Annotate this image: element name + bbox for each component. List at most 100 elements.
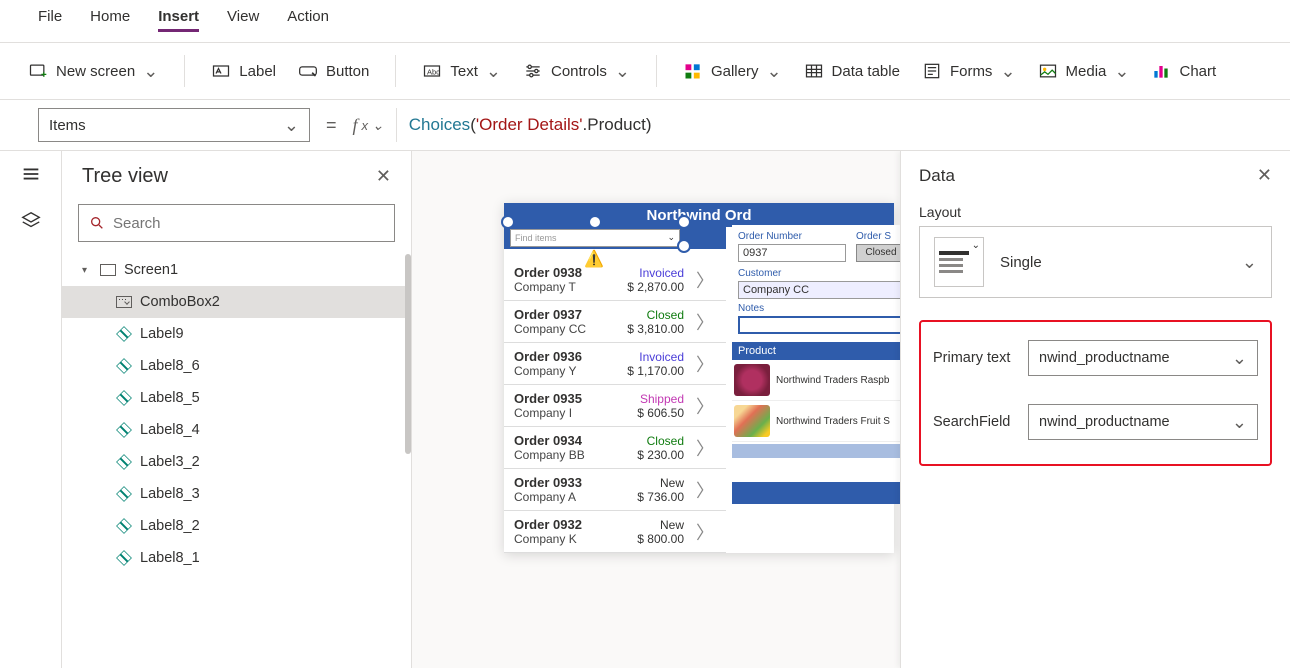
combobox-selected[interactable]: Find items	[510, 229, 680, 247]
order-id: Order 0932	[514, 517, 622, 532]
forms-button[interactable]: Forms ⌄	[922, 61, 1016, 82]
chart-button[interactable]: Chart	[1151, 61, 1216, 81]
order-amount: $ 800.00	[622, 532, 684, 546]
tree-node-label3_2[interactable]: Label3_2	[62, 446, 411, 478]
order-row[interactable]: Order 0934Company BBClosed$ 230.00〉	[504, 427, 726, 469]
product-item[interactable]: Northwind Traders Raspb	[732, 360, 912, 401]
tree-node-screen[interactable]: ▾ Screen1	[62, 254, 411, 286]
product-thumb	[734, 364, 770, 396]
product-item[interactable]: Northwind Traders Fruit S	[732, 401, 912, 442]
media-button[interactable]: Media ⌄	[1038, 61, 1130, 82]
gallery-icon	[683, 61, 703, 81]
order-number-value[interactable]: 0937	[738, 244, 846, 262]
caret-icon: ▾	[82, 265, 92, 276]
order-amount: $ 3,810.00	[622, 322, 684, 336]
new-screen-label: New screen	[56, 63, 135, 80]
controls-button[interactable]: Controls ⌄	[523, 61, 630, 82]
tree-nodes[interactable]: ▾ Screen1 ComboBox2Label9Label8_6Label8_…	[62, 254, 411, 668]
tree-node-label8_1[interactable]: Label8_1	[62, 542, 411, 574]
order-company: Company I	[514, 406, 622, 420]
orders-gallery[interactable]: Order 0938Company TInvoiced$ 2,870.00〉⚠️…	[504, 227, 726, 553]
order-row[interactable]: Order 0932Company KNew$ 800.00〉	[504, 511, 726, 553]
search-icon	[89, 215, 105, 231]
menu-file[interactable]: File	[38, 8, 62, 32]
tree-node-label8_5[interactable]: Label8_5	[62, 382, 411, 414]
primary-text-select[interactable]: nwind_productname ⌄	[1028, 340, 1258, 376]
button-button[interactable]: Button	[298, 61, 369, 81]
customer-value[interactable]: Company CC	[738, 281, 906, 299]
order-status-value[interactable]: Closed	[856, 244, 906, 262]
menu-action[interactable]: Action	[287, 8, 329, 32]
tree-node-label8_4[interactable]: Label8_4	[62, 414, 411, 446]
menu-view[interactable]: View	[227, 8, 259, 32]
product-name: Northwind Traders Raspb	[776, 375, 889, 386]
chevron-right-icon: 〉	[692, 267, 718, 293]
tree-node-combobox2[interactable]: ComboBox2	[62, 286, 411, 318]
new-screen-button[interactable]: New screen ⌄	[28, 61, 158, 82]
tree-node-label8_3[interactable]: Label8_3	[62, 478, 411, 510]
tree-search-input[interactable]	[113, 215, 384, 232]
primary-text-label: Primary text	[933, 350, 1010, 366]
app-title: Northwind Ord	[504, 203, 894, 227]
hamburger-icon[interactable]	[20, 163, 42, 190]
formula-input[interactable]: Choices( 'Order Details'.Product )	[396, 108, 1282, 142]
order-amount: $ 230.00	[622, 448, 684, 462]
tree-node-label8_6[interactable]: Label8_6	[62, 350, 411, 382]
tree-node-label8_2[interactable]: Label8_2	[62, 510, 411, 542]
canvas[interactable]: Northwind Ord Find items Order 0938Compa…	[412, 151, 1290, 668]
label-icon	[211, 61, 231, 81]
order-row[interactable]: Order 0936Company YInvoiced$ 1,170.00〉	[504, 343, 726, 385]
label-control-icon	[116, 454, 132, 470]
tree-node-label: Label9	[140, 326, 184, 342]
notes-value[interactable]	[738, 316, 906, 334]
gallery-button[interactable]: Gallery ⌄	[683, 61, 782, 82]
gallery-spacer	[732, 444, 912, 458]
fx-button[interactable]: fx ⌄	[353, 115, 384, 136]
chevron-right-icon: 〉	[692, 477, 718, 503]
layout-preview-icon	[934, 237, 984, 287]
combobox-icon	[116, 296, 132, 308]
chevron-right-icon: 〉	[692, 393, 718, 419]
layout-label: Layout	[919, 204, 1272, 220]
close-icon[interactable]: ✕	[376, 166, 391, 187]
order-status: Invoiced	[622, 266, 684, 280]
text-label: Text	[450, 63, 478, 80]
order-row[interactable]: Order 0938Company TInvoiced$ 2,870.00〉⚠️	[504, 249, 726, 301]
close-icon[interactable]: ✕	[1257, 165, 1272, 186]
data-table-button[interactable]: Data table	[804, 61, 900, 81]
order-row[interactable]: Order 0933Company ANew$ 736.00〉	[504, 469, 726, 511]
order-amount: $ 2,870.00	[622, 280, 684, 294]
menu-home[interactable]: Home	[90, 8, 130, 32]
layout-selector[interactable]: Single ⌄	[919, 226, 1272, 298]
order-row[interactable]: Order 0935Company IShipped$ 606.50〉	[504, 385, 726, 427]
order-id: Order 0934	[514, 433, 622, 448]
order-company: Company A	[514, 490, 622, 504]
tree-search-box[interactable]	[78, 204, 395, 242]
chevron-down-icon: ⌄	[284, 115, 299, 136]
order-id: Order 0936	[514, 349, 622, 364]
layers-icon[interactable]	[20, 210, 42, 237]
chevron-right-icon: 〉	[692, 519, 718, 545]
text-button[interactable]: Abc Text ⌄	[422, 61, 501, 82]
order-status: Shipped	[622, 392, 684, 406]
label-button[interactable]: Label	[211, 61, 276, 81]
order-amount: $ 606.50	[622, 406, 684, 420]
menu-insert[interactable]: Insert	[158, 8, 199, 32]
search-field-select[interactable]: nwind_productname ⌄	[1028, 404, 1258, 440]
order-company: Company BB	[514, 448, 622, 462]
chart-icon	[1151, 61, 1171, 81]
tree-view-title: Tree view	[82, 165, 168, 188]
tree-view-panel: Tree view ✕ ▾ Screen1 ComboBox2 Label9 Lab…	[62, 151, 412, 668]
formula-bar: Items ⌄ = fx ⌄ Choices( 'Order Details'.…	[0, 100, 1290, 151]
product-name: Northwind Traders Fruit S	[776, 416, 890, 427]
order-row[interactable]: Order 0937Company CCClosed$ 3,810.00〉	[504, 301, 726, 343]
order-company: Company T	[514, 280, 622, 294]
property-selector[interactable]: Items ⌄	[38, 108, 310, 142]
tree-node-label9[interactable]: Label9	[62, 318, 411, 350]
order-id: Order 0937	[514, 307, 622, 322]
label-control-icon	[116, 358, 132, 374]
order-status-label: Order S	[856, 231, 906, 242]
tree-node-label: Label8_2	[140, 518, 200, 534]
order-id: Order 0933	[514, 475, 622, 490]
chevron-down-icon: ⌄	[1242, 252, 1257, 273]
